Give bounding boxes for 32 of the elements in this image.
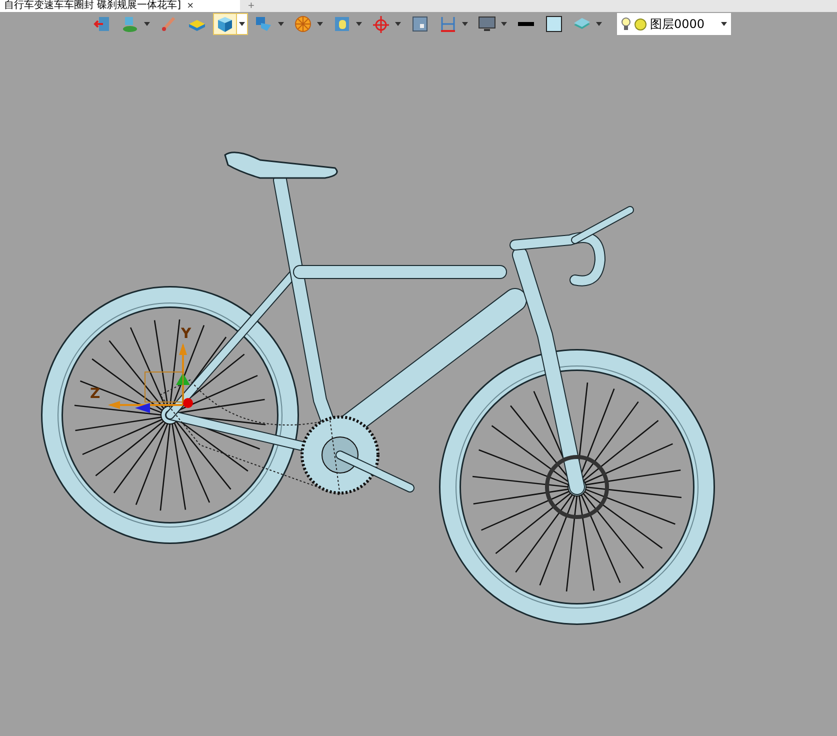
frame-icon [333, 15, 351, 33]
caret-icon [721, 22, 727, 26]
view-cube-icon [255, 15, 273, 33]
exit-icon [93, 15, 111, 33]
square-icon [411, 15, 429, 33]
monitor-icon [478, 15, 496, 33]
brush-icon [160, 15, 178, 33]
new-tab-button[interactable]: + [248, 0, 254, 12]
circle-icon [634, 18, 647, 30]
caret-icon [395, 22, 401, 26]
caret-icon [278, 22, 284, 26]
caret-icon [317, 22, 323, 26]
caret-icon [596, 22, 602, 26]
color-swatch-icon [545, 15, 563, 33]
crosshair-icon [372, 15, 390, 33]
cube-icon [216, 15, 234, 33]
measure-icon [439, 15, 457, 33]
caret-icon [239, 22, 245, 26]
close-button[interactable]: × [187, 0, 194, 12]
layer-name: 图层0000 [650, 16, 706, 32]
axis-label: Y [181, 326, 192, 342]
paint-bucket-icon [121, 15, 139, 33]
caret-icon [356, 22, 362, 26]
caret-icon [501, 22, 507, 26]
layer-dropdown[interactable]: 图层0000 [617, 13, 731, 35]
caret-icon [462, 22, 468, 26]
light-bulb-icon [621, 17, 631, 31]
caret-icon [144, 22, 150, 26]
line-style-icon [518, 22, 534, 26]
axis-label: Z [90, 386, 100, 402]
wheel-icon [294, 15, 312, 33]
toolbar-button[interactable] [213, 13, 248, 35]
